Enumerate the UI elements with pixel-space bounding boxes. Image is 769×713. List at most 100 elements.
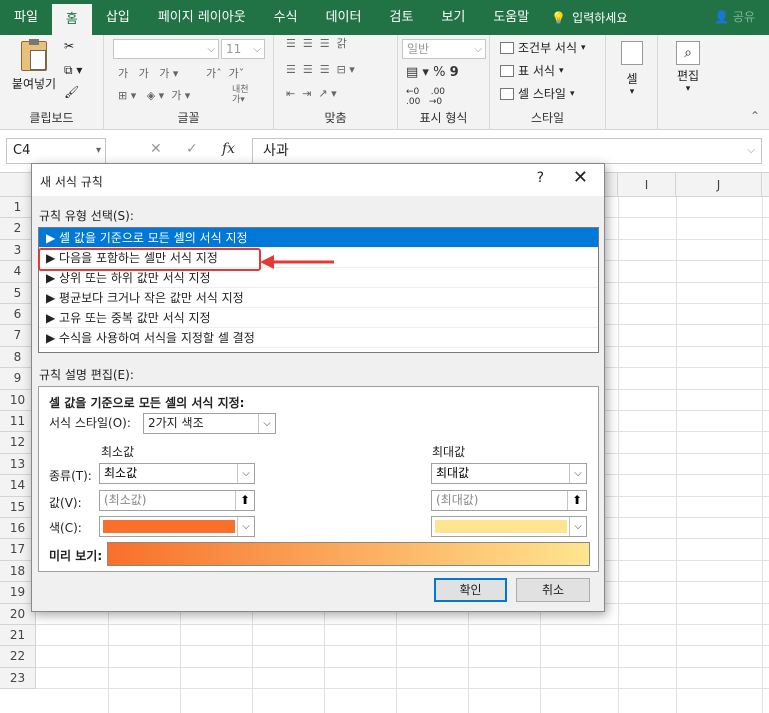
formula-value: 사과 (263, 143, 289, 159)
color-label: 색(C): (49, 521, 82, 535)
font-name-dropdown[interactable]: ⌵ (113, 39, 219, 59)
rule-type-label: 규칙 유형 선택(S): (39, 209, 134, 223)
preview-gradient (107, 542, 590, 566)
vertical-align-icons[interactable]: ☰ ☰ ☰ 갉 (286, 38, 347, 49)
gridline (36, 645, 769, 647)
min-type-value: 최소값 (104, 466, 138, 480)
tab-help[interactable]: 도움말 (479, 0, 543, 35)
range-select-icon[interactable]: ⬆ (567, 491, 586, 510)
font-grow-shrink[interactable]: 가ˆ 가ˇ (206, 65, 244, 81)
annotation-highlight-box (38, 248, 261, 271)
chevron-down-icon: ⌵ (569, 517, 586, 536)
paste-label: 붙여넣기 (11, 77, 57, 91)
row-header[interactable]: 23 (0, 667, 36, 690)
paste-button[interactable]: 붙여넣기 (8, 39, 60, 92)
help-icon[interactable]: ? (537, 170, 544, 186)
format-table-label: 표 서식 (518, 64, 555, 78)
format-painter-icon[interactable]: 🖌 (64, 85, 79, 99)
share-label: 공유 (732, 10, 755, 24)
search-icon: ⌕ (676, 41, 700, 65)
gridline (762, 197, 763, 713)
row-header[interactable]: 22 (0, 646, 36, 668)
gridline (36, 624, 769, 625)
max-type-dropdown[interactable]: 최대값 ⌵ (431, 463, 587, 484)
ok-button[interactable]: 확인 (434, 578, 507, 602)
bold-button[interactable]: 가 가 가 ▾ (118, 65, 178, 81)
tab-insert[interactable]: 삽입 (92, 0, 144, 35)
accounting-icons[interactable]: ▤ ▾ % 9 (406, 65, 459, 80)
column-header-j[interactable]: J (676, 173, 762, 197)
rule-type-item[interactable]: ▶ 셀 값을 기준으로 모든 셀의 서식 지정 (39, 228, 598, 248)
range-select-icon[interactable]: ⬆ (235, 491, 254, 510)
tab-data[interactable]: 데이터 (312, 0, 376, 35)
formula-buttons: ✕ ✓ fx (130, 138, 250, 164)
row-header[interactable]: 21 (0, 625, 36, 647)
lightbulb-icon: 💡 (551, 10, 567, 25)
font-size-dropdown[interactable]: 11 ⌵ (221, 39, 265, 59)
table-icon (500, 64, 514, 77)
conditional-format-button[interactable]: 조건부 서식 ▾ (500, 39, 586, 56)
type-label: 종류(T): (49, 469, 92, 483)
close-icon[interactable]: ✕ (573, 167, 588, 188)
column-header-next (762, 173, 769, 197)
group-styles: 조건부 서식 ▾ 표 서식 ▾ 셀 스타일 ▾ 스타일 (490, 35, 606, 130)
number-format-dropdown[interactable]: 일반 ⌵ (402, 39, 486, 59)
borders-button[interactable]: ⊞ ▾ ◈ ▾ 가 ▾ (118, 87, 190, 103)
min-type-dropdown[interactable]: 최소값 ⌵ (99, 463, 255, 484)
min-value-placeholder: (최소값) (104, 493, 147, 507)
group-cells: 셀 ▾ (606, 35, 658, 130)
cells-button[interactable]: 셀 ▾ (616, 41, 648, 97)
rule-type-list[interactable]: ▶ 셀 값을 기준으로 모든 셀의 서식 지정 ▶ 다음을 포함하는 셀만 서식… (38, 227, 599, 353)
min-value-input[interactable]: (최소값) ⬆ (99, 490, 255, 511)
styles-group-label: 스타일 (530, 111, 565, 125)
group-alignment: ☰ ☰ ☰ 갉 ☰ ☰ ☰ ⊟ ▾ ⇤ ⇥ ↗ ▾ 맞춤 (274, 35, 398, 130)
min-color-picker[interactable]: ⌵ (99, 516, 255, 537)
chevron-down-icon: ⌵ (237, 517, 254, 536)
tab-file[interactable]: 파일 (0, 0, 52, 35)
preview-label: 미리 보기: (49, 549, 103, 563)
format-table-button[interactable]: 표 서식 ▾ (500, 62, 563, 79)
cell-styles-button[interactable]: 셀 스타일 ▾ (500, 85, 575, 102)
clipboard-group-label: 클립보드 (29, 111, 74, 125)
tab-page-layout[interactable]: 페이지 레이아웃 (144, 0, 260, 35)
person-icon: 👤 (714, 10, 730, 24)
tab-formulas[interactable]: 수식 (260, 0, 312, 35)
group-clipboard: 붙여넣기 ✂ ⧉ ▾ 🖌 클립보드 (0, 35, 104, 130)
cell-style-icon (500, 87, 514, 100)
copy-icon[interactable]: ⧉ ▾ (64, 63, 82, 78)
gridline (36, 688, 769, 690)
ribbon-tab-bar: 파일 홈 삽입 페이지 레이아웃 수식 데이터 검토 보기 도움말 💡 입력하세… (0, 0, 769, 35)
new-formatting-rule-dialog: 새 서식 규칙 ? ✕ 규칙 유형 선택(S): ▶ 셀 값을 기준으로 모든 … (31, 163, 605, 612)
cut-icon[interactable]: ✂ (64, 39, 74, 53)
tab-home[interactable]: 홈 (51, 4, 92, 35)
enter-formula-icon[interactable]: ✓ (186, 141, 198, 157)
cancel-button[interactable]: 취소 (516, 578, 590, 602)
rule-type-item[interactable]: ▶ 고유 또는 중복 값만 서식 지정 (39, 308, 598, 328)
collapse-ribbon-icon[interactable]: ⌃ (750, 109, 760, 123)
tab-view[interactable]: 보기 (427, 0, 479, 35)
tell-me-text: 입력하세요 (572, 11, 628, 25)
horizontal-align-icons[interactable]: ☰ ☰ ☰ ⊟ ▾ (286, 63, 355, 76)
font-group-label: 글꼴 (177, 111, 200, 125)
cancel-formula-icon[interactable]: ✕ (150, 141, 162, 157)
dialog-title: 새 서식 규칙 (40, 175, 103, 189)
tab-review[interactable]: 검토 (375, 0, 427, 35)
formula-input[interactable]: 사과 ⌵ (252, 138, 762, 164)
rule-type-item[interactable]: ▶ 수식을 사용하여 서식을 지정할 셀 결정 (39, 328, 598, 348)
tell-me-box[interactable]: 💡 입력하세요 (551, 9, 627, 26)
decimal-icons[interactable]: ←0 .00.00 →0 (406, 87, 445, 107)
name-box-value: C4 (13, 143, 31, 158)
column-header-i[interactable]: I (618, 173, 676, 197)
paste-icon (21, 39, 47, 71)
format-style-dropdown[interactable]: 2가지 색조 ⌵ (143, 413, 276, 434)
chevron-down-icon: ⌵ (258, 414, 275, 433)
phonetic-button[interactable]: 내천 가▾ (232, 85, 249, 105)
share-button[interactable]: 👤 공유 (714, 0, 755, 35)
insert-function-icon[interactable]: fx (222, 141, 235, 157)
editing-button[interactable]: ⌕ 편집 ▾ (670, 41, 706, 94)
rule-type-item[interactable]: ▶ 평균보다 크거나 작은 값만 서식 지정 (39, 288, 598, 308)
name-box[interactable]: C4 ▾ (6, 138, 106, 164)
indent-icons[interactable]: ⇤ ⇥ ↗ ▾ (286, 87, 337, 100)
max-color-picker[interactable]: ⌵ (431, 516, 587, 537)
max-value-input[interactable]: (최대값) ⬆ (431, 490, 587, 511)
